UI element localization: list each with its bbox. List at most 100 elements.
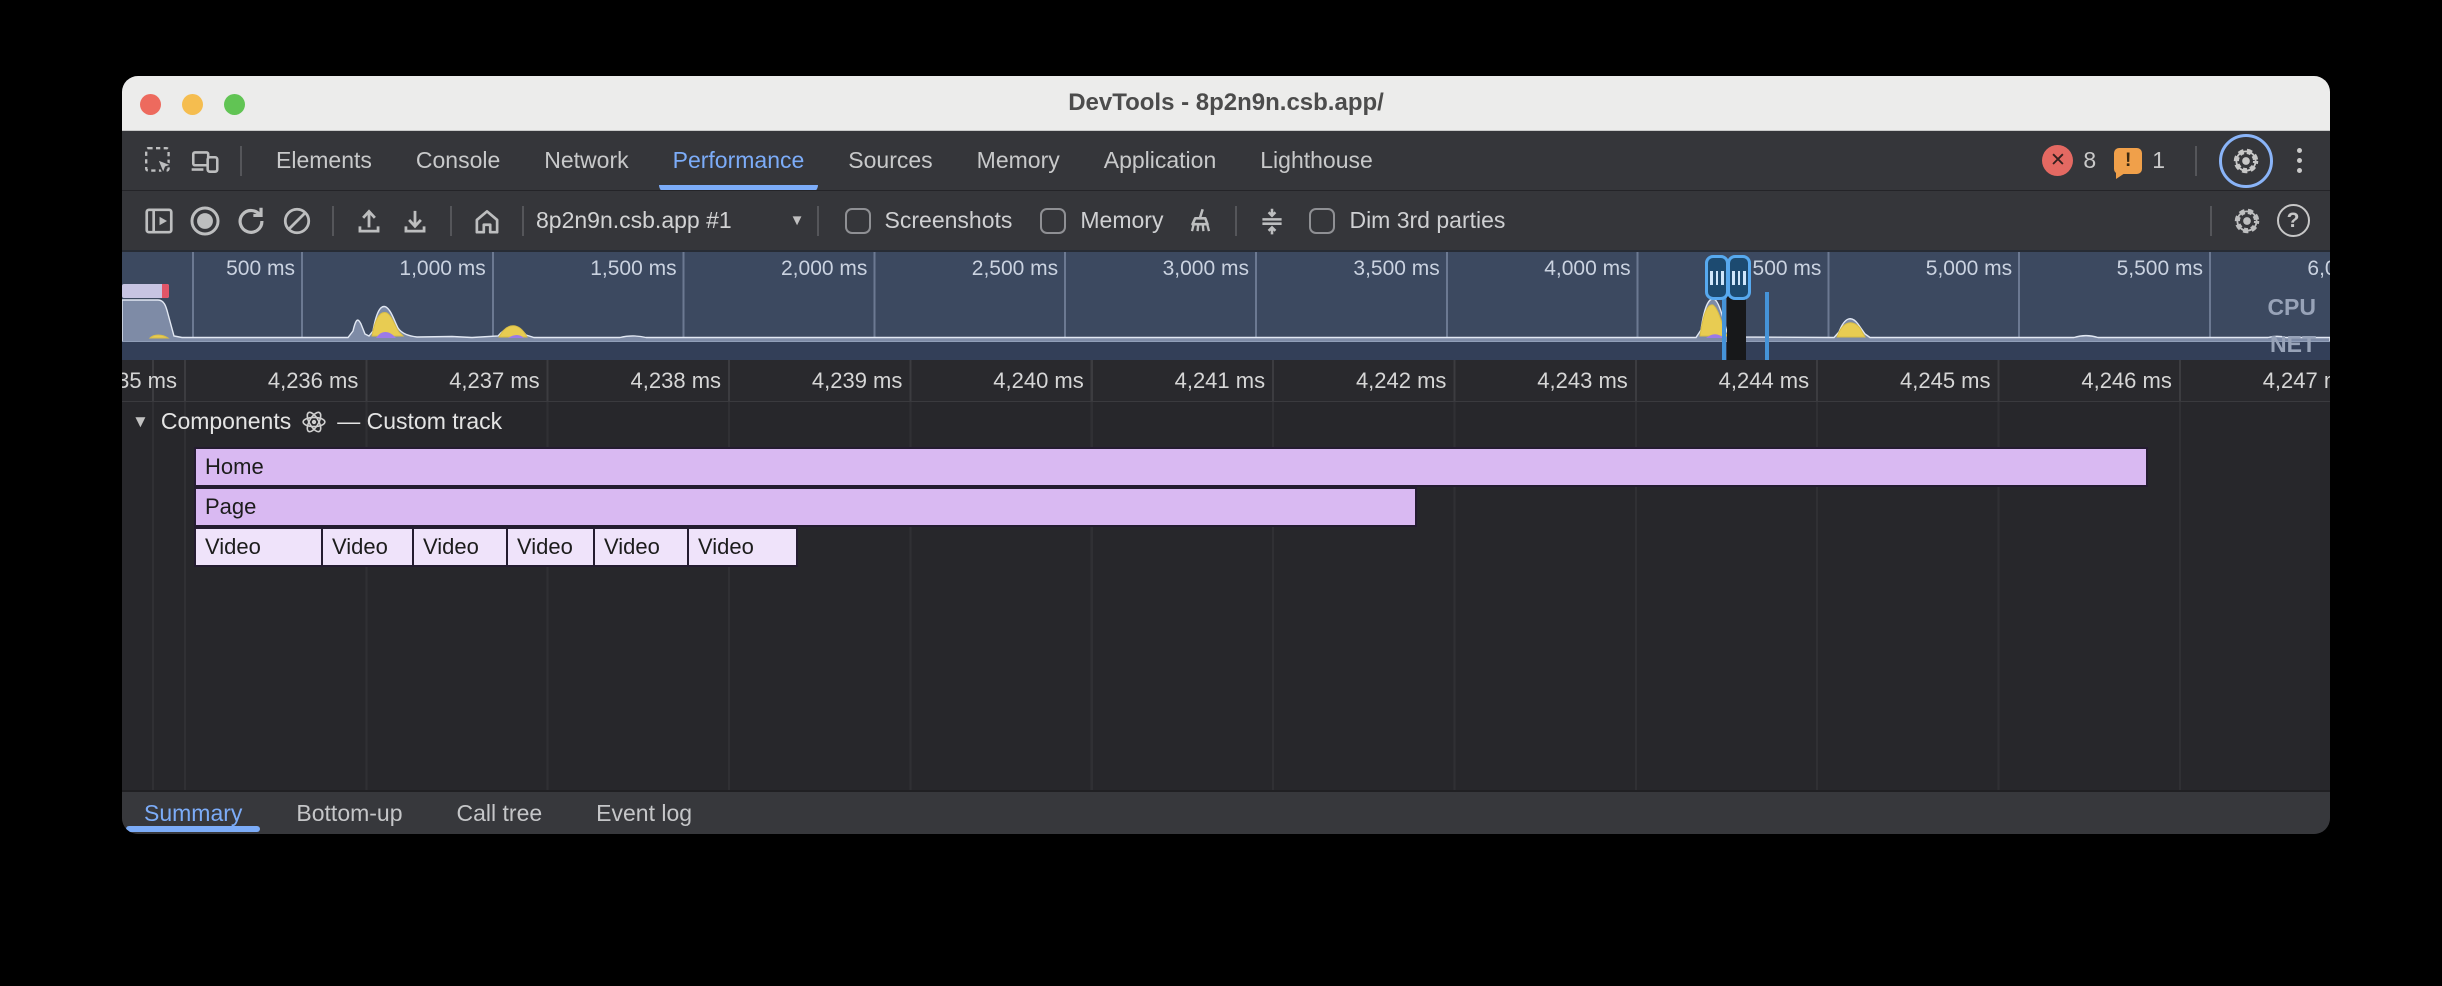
ruler-tick-label: 4,239 ms (812, 368, 903, 394)
long-task-bar (122, 284, 169, 298)
panel-tabs: Elements Console Network Performance Sources… (254, 131, 1395, 190)
more-options-button[interactable] (2283, 148, 2316, 173)
minimize-window-button[interactable] (182, 94, 203, 115)
live-metrics-button[interactable] (464, 198, 510, 244)
inspect-icon (143, 145, 175, 177)
error-count-icon[interactable]: ✕ (2042, 145, 2073, 176)
performance-toolbar: 8p2n9n.csb.app #1 ▼ Screenshots Memory (122, 190, 2330, 250)
selection-left-handle[interactable] (1705, 255, 1729, 300)
save-profile-button[interactable] (392, 198, 438, 244)
span-bar-home[interactable]: Home (196, 449, 2146, 485)
ruler-tick-label: 4,246 ms (2081, 368, 2172, 394)
toggle-device-toolbar-button[interactable] (182, 138, 228, 184)
toggle-sidebar-button[interactable] (136, 198, 182, 244)
cpu-activity-scripting (150, 305, 1865, 338)
separator (817, 206, 819, 236)
details-tab-summary[interactable]: Summary (140, 792, 246, 834)
separator (332, 206, 334, 236)
tab-performance[interactable]: Performance (651, 131, 827, 190)
ruler-tick-label: 4,235 ms (122, 368, 177, 394)
load-profile-button[interactable] (346, 198, 392, 244)
track-name: Components (161, 408, 291, 435)
span-bar-video[interactable]: Video (323, 529, 414, 565)
overview-tick-label: 2,000 ms (781, 257, 867, 281)
tab-console[interactable]: Console (394, 131, 522, 190)
span-bar-page[interactable]: Page (196, 489, 1415, 525)
clear-icon (281, 205, 313, 237)
capture-settings-button[interactable] (2224, 198, 2270, 244)
screenshots-checkbox[interactable]: Screenshots (845, 207, 1013, 234)
tab-network[interactable]: Network (522, 131, 650, 190)
net-lane-label: NET (2270, 331, 2316, 358)
traffic-lights (140, 94, 245, 115)
cpu-activity-other (122, 299, 2330, 342)
selection-right-handle[interactable] (1727, 255, 1751, 300)
overview-tick-label: 6,000 ms (2307, 257, 2330, 281)
overview-tick-label: 1,500 ms (590, 257, 676, 281)
ruler-tick-label: 4,242 ms (1356, 368, 1447, 394)
timeline-ruler[interactable]: 4,235 ms4,236 ms4,237 ms4,238 ms4,239 ms… (122, 360, 2330, 402)
span-bar-video[interactable]: Video (595, 529, 689, 565)
target-selector-dropdown[interactable]: 8p2n9n.csb.app #1 ▼ (536, 207, 805, 234)
screen: DevTools - 8p2n9n.csb.app/ ElementsConso… (0, 0, 2442, 986)
details-tab-label: Call tree (457, 800, 543, 827)
clear-recording-button[interactable] (274, 198, 320, 244)
device-toolbar-icon (189, 145, 221, 177)
tab-elements[interactable]: Elements (254, 131, 394, 190)
ruler-tick-label: 4,243 ms (1537, 368, 1628, 394)
compress-icon (1256, 205, 1288, 237)
issues-icon[interactable]: ! (2114, 148, 2142, 174)
tab-lighthouse[interactable]: Lighthouse (1238, 131, 1395, 190)
components-track-header[interactable]: ▼ Components — Custom track (132, 408, 502, 435)
zoom-window-button[interactable] (224, 94, 245, 115)
timeline-overview[interactable]: 500 ms1,000 ms1,500 ms2,000 ms2,500 ms3,… (122, 250, 2330, 360)
help-button[interactable]: ? (2270, 198, 2316, 244)
tab-application[interactable]: Application (1082, 131, 1239, 190)
memory-checkbox[interactable]: Memory (1040, 207, 1163, 234)
issues-count: 1 (2152, 147, 2165, 174)
devtools-tabbar: Elements Console Network Performance Sources… (122, 131, 2330, 190)
details-tab-bottom-up[interactable]: Bottom-up (292, 792, 406, 834)
flamechart-area[interactable]: ▼ Components — Custom track Home Page Vide… (122, 402, 2330, 790)
tab-label: Network (544, 147, 628, 174)
checkbox-box (1040, 208, 1066, 234)
collect-garbage-button[interactable] (1177, 198, 1223, 244)
tab-sources[interactable]: Sources (826, 131, 954, 190)
tab-label: Memory (977, 147, 1060, 174)
span-bar-video[interactable]: Video (196, 529, 323, 565)
overview-tick-label: 3,000 ms (1163, 257, 1249, 281)
inspect-element-button[interactable] (136, 138, 182, 184)
separator (240, 146, 242, 176)
span-bar-video[interactable]: Video (508, 529, 595, 565)
record-and-reload-button[interactable] (228, 198, 274, 244)
dim-3rd-parties-checkbox[interactable]: Dim 3rd parties (1309, 207, 1505, 234)
devtools-window: DevTools - 8p2n9n.csb.app/ ElementsConso… (122, 76, 2330, 834)
checkbox-box (1309, 208, 1335, 234)
tab-memory[interactable]: Memory (955, 131, 1082, 190)
ruler-tick-label: 4,245 ms (1900, 368, 1991, 394)
overview-tick-label: 500 ms (226, 257, 295, 281)
tab-label: Console (416, 147, 500, 174)
separator (522, 206, 524, 236)
tab-label: Application (1104, 147, 1217, 174)
record-button[interactable] (182, 198, 228, 244)
span-bar-video[interactable]: Video (414, 529, 508, 565)
details-tab-label: Summary (144, 800, 242, 827)
details-tab-event-log[interactable]: Event log (592, 792, 696, 834)
overview-tick-label: 2,500 ms (972, 257, 1058, 281)
separator (450, 206, 452, 236)
active-details-tab-underline (126, 826, 260, 832)
overview-tick-label: 4,000 ms (1544, 257, 1630, 281)
tab-label: Performance (673, 147, 805, 174)
details-tab-call-tree[interactable]: Call tree (453, 792, 547, 834)
span-bar-video[interactable]: Video (689, 529, 796, 565)
collapse-tracks-button[interactable] (1249, 198, 1295, 244)
ruler-tick-label: 4,241 ms (1175, 368, 1266, 394)
collapse-triangle-icon[interactable]: ▼ (132, 412, 149, 432)
toolbar-right-controls: ? (2198, 198, 2316, 244)
error-x-glyph: ✕ (2050, 149, 2066, 172)
close-window-button[interactable] (140, 94, 161, 115)
tab-label: Sources (848, 147, 932, 174)
details-tabs: Summary Bottom-up Call tree Event log (140, 792, 742, 834)
devtools-settings-button[interactable] (2219, 134, 2273, 188)
